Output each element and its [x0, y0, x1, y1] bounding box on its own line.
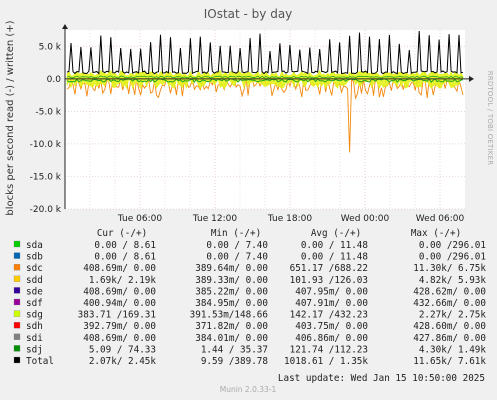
legend-value: 2.07k/ 2.45k — [89, 356, 157, 367]
legend-value: 1.44 / 35.37 — [201, 344, 268, 355]
legend-name: sdi — [26, 333, 43, 344]
legend-swatch — [13, 333, 21, 340]
legend-value: 11.65k/ 7.61k — [413, 356, 486, 367]
legend-swatch — [13, 298, 21, 306]
legend-swatch — [13, 275, 21, 282]
legend-name: Total — [26, 356, 54, 367]
x-tick-label: Tue 06:00 — [117, 214, 162, 224]
chart-title: IOstat - by day — [204, 7, 293, 21]
legend-swatch — [13, 252, 21, 259]
legend-value: 1018.61 / 1.35k — [284, 356, 368, 367]
legend-swatch — [13, 322, 21, 329]
legend-header: Cur (-/+) — [97, 228, 147, 239]
legend-value: 0.00 / 8.61 — [94, 252, 156, 263]
legend-value: 0.00 / 8.61 — [94, 240, 156, 251]
legend-value: 2.27k/ 2.75k — [419, 310, 487, 321]
legend-value: 391.53m/148.66 — [190, 310, 268, 321]
legend-value: 0.00 / 11.48 — [301, 240, 368, 251]
legend-value: 389.33m/ 0.00 — [195, 275, 268, 286]
legend-value: 408.69m/ 0.00 — [83, 333, 156, 344]
legend-value: 407.91m/ 0.00 — [295, 298, 368, 309]
legend-value: 101.93 /126.03 — [290, 275, 368, 286]
legend-swatch — [13, 240, 21, 248]
legend-swatch — [13, 287, 21, 294]
legend-value: 403.75m/ 0.00 — [295, 321, 368, 332]
x-tick-label: Tue 12:00 — [192, 214, 237, 224]
x-tick-label: Tue 18:00 — [267, 214, 312, 224]
rrdtool-credit: RRDTOOL / TOBI OETIKER — [486, 71, 494, 166]
legend-value: 406.86m/ 0.00 — [295, 333, 368, 344]
x-tick-label: Wed 00:00 — [341, 214, 390, 224]
munin-version: Munin 2.0.33-1 — [220, 385, 277, 394]
legend-value: 392.79m/ 0.00 — [83, 321, 156, 332]
legend-value: 385.22m/ 0.00 — [195, 286, 268, 297]
legend-swatch — [13, 264, 21, 271]
legend-value: 408.69m/ 0.00 — [83, 263, 156, 274]
legend-value: 428.60m/ 0.00 — [413, 321, 486, 332]
legend-value: 0.00 / 7.40 — [206, 252, 268, 263]
legend-value: 0.00 /296.01 — [419, 252, 486, 263]
legend-name: sdd — [26, 275, 43, 286]
legend-value: 383.71 /169.31 — [78, 310, 156, 321]
legend-header: Max (-/+) — [411, 228, 461, 239]
legend-swatch — [13, 310, 21, 317]
legend-value: 11.30k/ 6.75k — [413, 263, 486, 274]
legend-value: 389.64m/ 0.00 — [195, 263, 268, 274]
legend-value: 651.17 /688.22 — [290, 263, 368, 274]
legend-name: sdj — [26, 344, 43, 355]
legend-name: sdc — [26, 263, 43, 274]
legend-swatch — [13, 345, 21, 352]
legend-value: 4.30k/ 1.49k — [419, 344, 487, 355]
legend-value: 384.01m/ 0.00 — [195, 333, 268, 344]
legend-swatch — [13, 356, 21, 364]
legend-value: 0.00 /296.01 — [419, 240, 486, 251]
plot-area — [65, 30, 465, 209]
legend-value: 384.95m/ 0.00 — [195, 298, 268, 309]
legend-value: 142.17 /432.23 — [290, 310, 368, 321]
legend-value: 408.69m/ 0.00 — [83, 286, 156, 297]
y-tick-label: 0.0 — [47, 75, 62, 85]
legend-value: 428.62m/ 0.00 — [413, 286, 486, 297]
x-tick-label: Wed 06:00 — [416, 214, 465, 224]
legend-value: 400.94m/ 0.00 — [83, 298, 156, 309]
legend-value: 9.59 /389.78 — [201, 356, 268, 367]
legend-value: 407.95m/ 0.00 — [295, 286, 368, 297]
legend-value: 371.82m/ 0.00 — [195, 321, 268, 332]
y-tick-label: -20.0 k — [30, 205, 62, 215]
legend-name: sdg — [26, 310, 43, 321]
legend-name: sdh — [26, 321, 43, 332]
legend-value: 427.86m/ 0.00 — [413, 333, 486, 344]
legend-name: sda — [26, 240, 43, 251]
legend-name: sdb — [26, 252, 43, 263]
y-tick-label: -15.0 k — [30, 172, 62, 182]
legend-name: sdf — [26, 298, 43, 309]
y-tick-label: -5.0 k — [35, 107, 61, 117]
legend-value: 0.00 / 11.48 — [301, 252, 368, 263]
legend-value: 0.00 / 7.40 — [206, 240, 268, 251]
y-tick-label: -10.0 k — [30, 140, 62, 150]
legend-header: Min (-/+) — [211, 228, 261, 239]
y-tick-label: 5.0 k — [39, 42, 62, 52]
legend-value: 4.82k/ 5.93k — [419, 275, 487, 286]
iostat-chart: IOstat - by day RRDTOOL / TOBI OETIKER b… — [0, 0, 497, 400]
legend-value: 432.66m/ 0.00 — [413, 298, 486, 309]
legend-header: Avg (-/+) — [311, 228, 361, 239]
last-update: Last update: Wed Jan 15 10:50:00 2025 — [278, 373, 485, 384]
y-axis-label: blocks per second read (-) / written (+) — [5, 20, 16, 215]
legend-value: 121.74 /112.23 — [290, 344, 368, 355]
legend-value: 5.09 / 74.33 — [89, 344, 156, 355]
legend-name: sde — [26, 286, 43, 297]
legend-value: 1.69k/ 2.19k — [89, 275, 157, 286]
